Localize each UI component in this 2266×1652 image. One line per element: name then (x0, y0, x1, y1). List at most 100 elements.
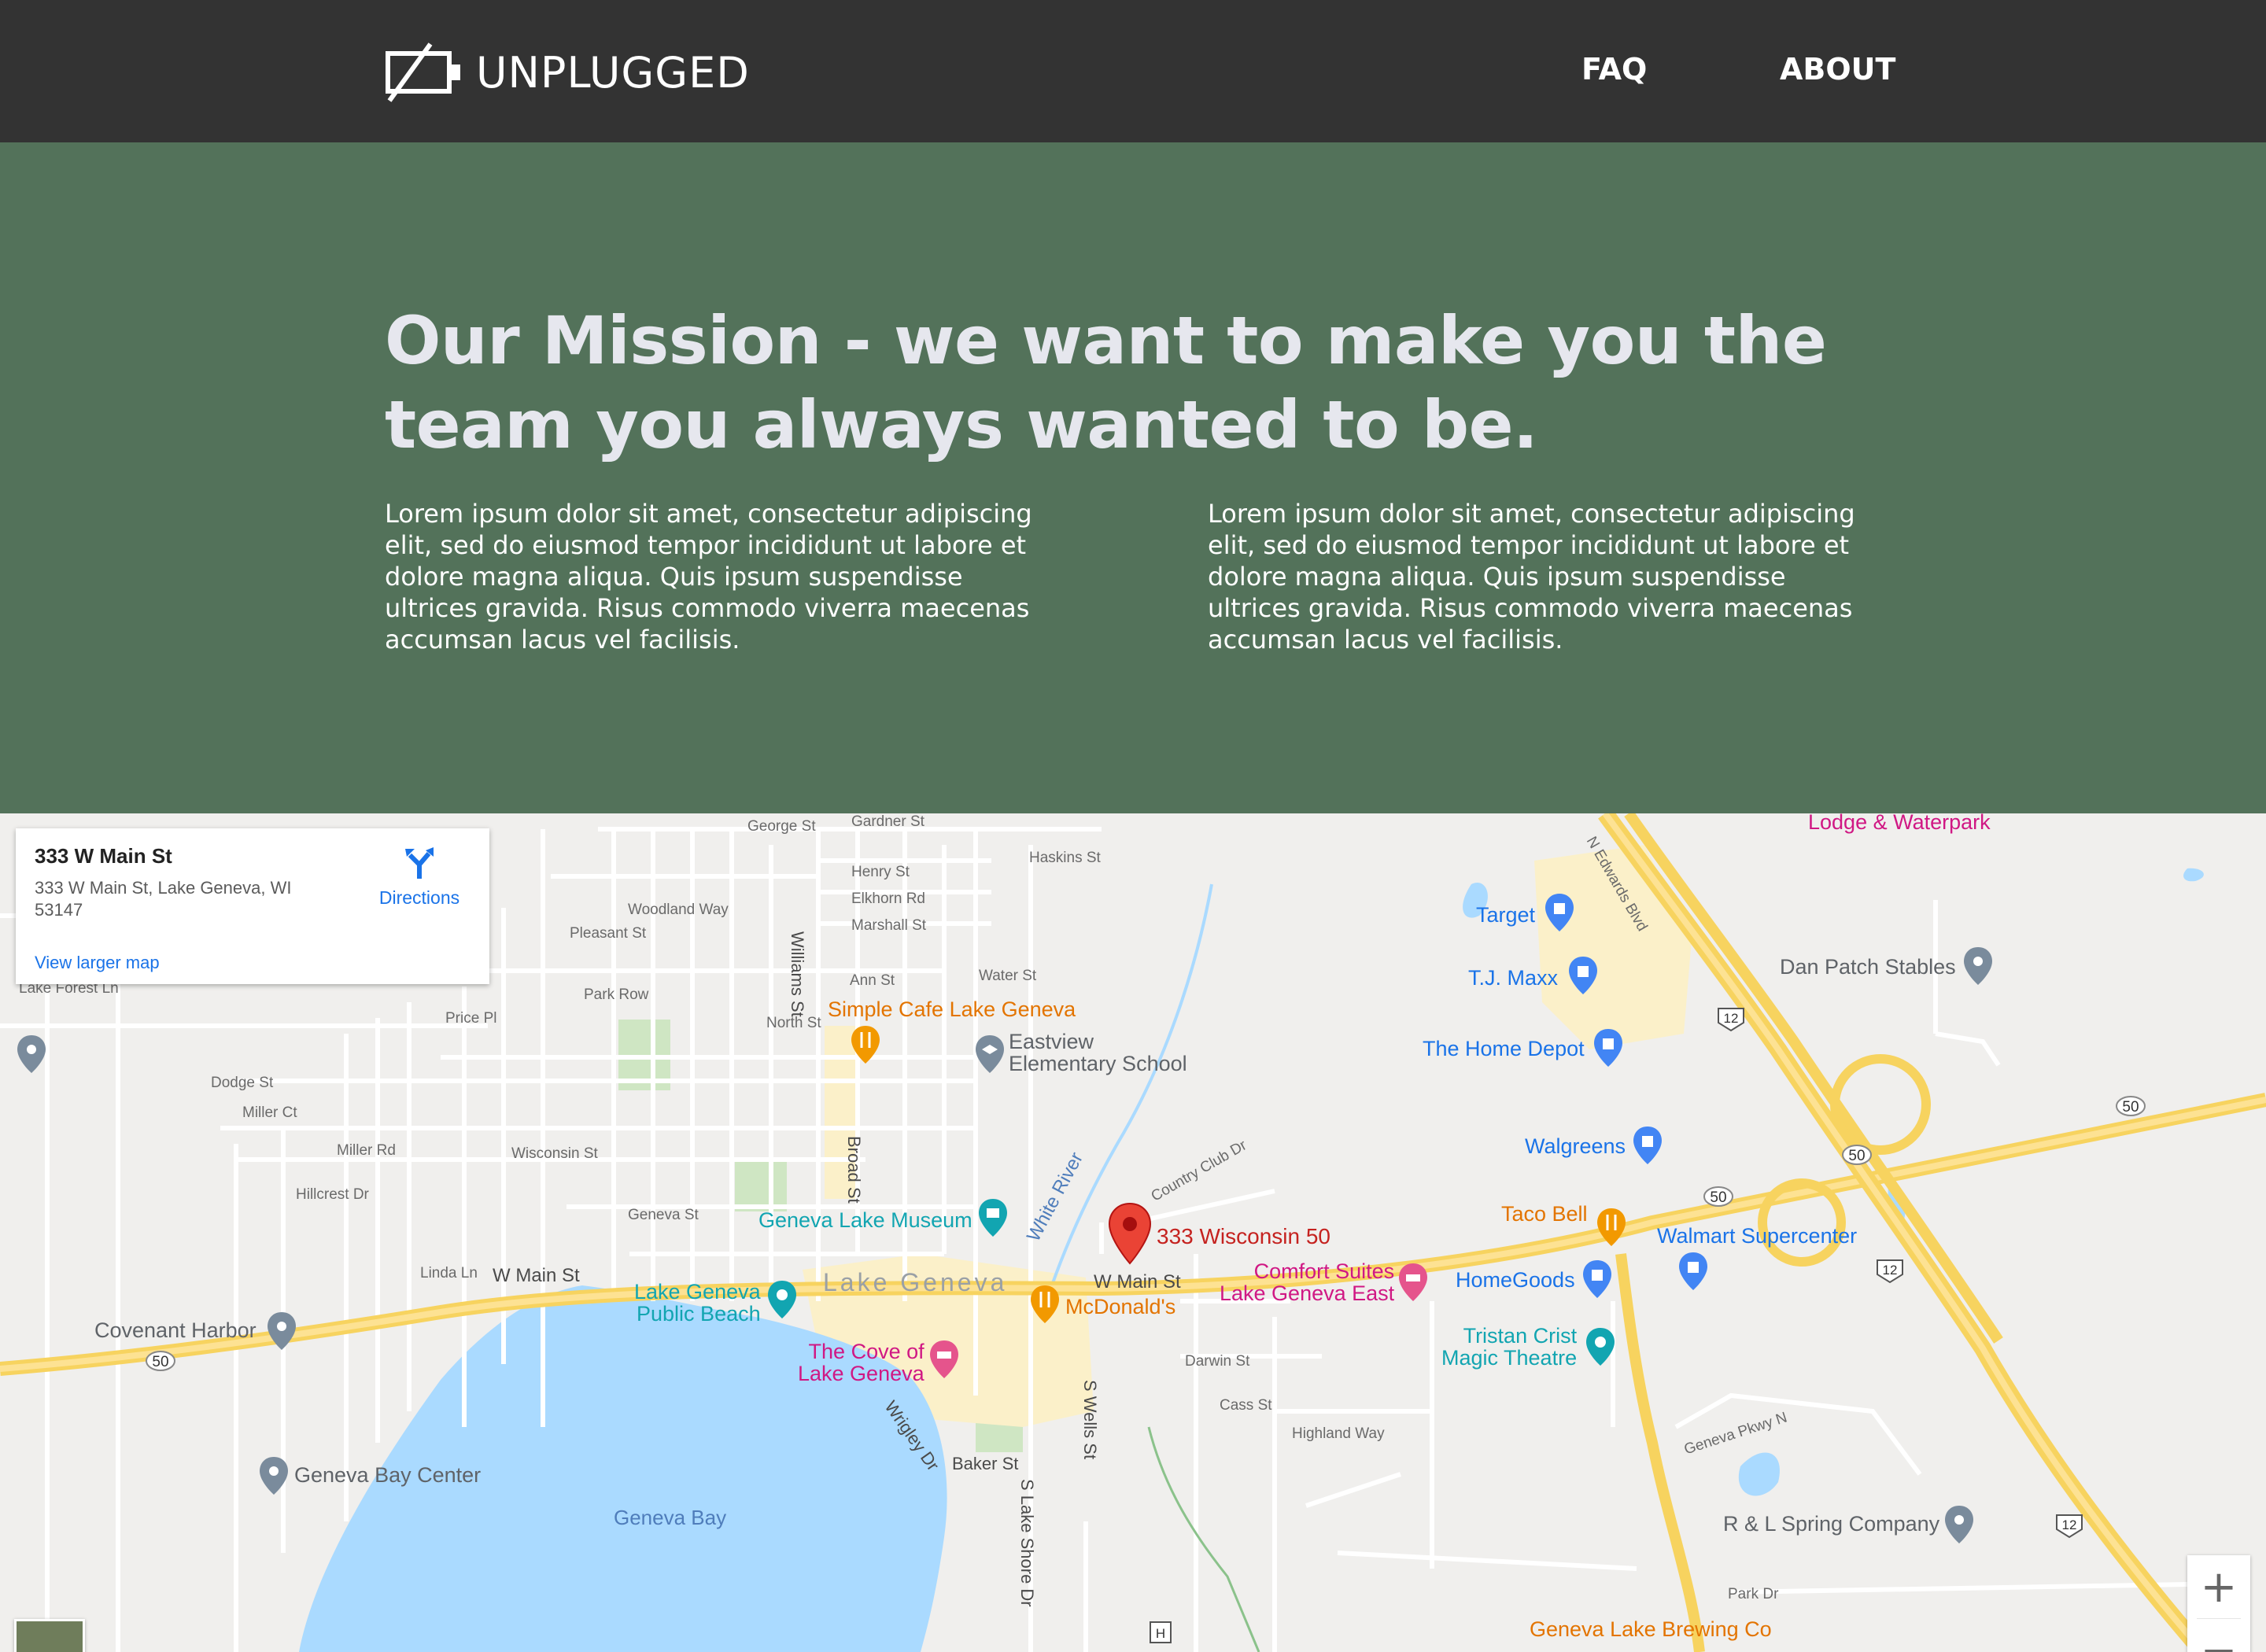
street-label: W Main St (493, 1265, 580, 1286)
view-larger-map-link[interactable]: View larger map (35, 953, 160, 973)
brewing-label[interactable]: Geneva Lake Brewing Co (1530, 1617, 1772, 1642)
satellite-toggle-thumbnail[interactable] (14, 1619, 85, 1652)
shopping-pin-icon[interactable] (1544, 892, 1575, 933)
tacobell-label[interactable]: Taco Bell (1501, 1202, 1588, 1226)
street-label: Hillcrest Dr (296, 1186, 369, 1203)
walmart-label[interactable]: Walmart Supercenter (1657, 1224, 1857, 1248)
street-label: Henry St (851, 864, 910, 880)
street-label: Miller Ct (242, 1104, 297, 1121)
mission-section: Our Mission - we want to make you the te… (0, 142, 2266, 813)
mcdonalds-label[interactable]: McDonald's (1065, 1295, 1175, 1319)
museum-pin-icon[interactable] (977, 1197, 1009, 1238)
restaurant-pin-icon[interactable] (850, 1024, 881, 1065)
location-pin-marker[interactable] (1108, 1202, 1152, 1265)
zoom-out-button[interactable]: − (2187, 1619, 2250, 1652)
homegoods-label[interactable]: HomeGoods (1456, 1268, 1575, 1292)
zoom-controls: + − (2187, 1555, 2250, 1652)
restaurant-pin-icon[interactable] (1596, 1207, 1627, 1248)
brand-name: UNPLUGGED (476, 47, 750, 98)
place-pin-icon[interactable] (16, 1034, 47, 1075)
street-label: Dodge St (211, 1075, 274, 1091)
directions-icon (405, 847, 434, 879)
baycenter-label[interactable]: Geneva Bay Center (294, 1463, 481, 1488)
eastview-label[interactable]: Eastview Elementary School (1009, 1031, 1187, 1075)
rlspring-label[interactable]: R & L Spring Company (1723, 1512, 1939, 1536)
mission-paragraph-right: Lorem ipsum dolor sit amet, consectetur … (1208, 499, 1855, 655)
svg-text:12: 12 (1724, 1011, 1739, 1026)
street-label: Haskins St (1029, 850, 1101, 866)
theatre-pin-icon[interactable] (1585, 1326, 1616, 1367)
street-label: Water St (979, 968, 1037, 984)
lodge-label[interactable]: Lodge & Waterpark (1808, 813, 1991, 835)
svg-text:50: 50 (2122, 1099, 2139, 1115)
street-label: Marshall St (851, 917, 927, 934)
place-pin-icon[interactable] (1962, 946, 1994, 986)
tristan-label[interactable]: Tristan Crist Magic Theatre (1441, 1325, 1577, 1369)
mission-title: Our Mission - we want to make you the te… (385, 302, 1827, 463)
street-label: W Main St (1094, 1271, 1181, 1292)
simplecafe-label[interactable]: Simple Cafe Lake Geneva (828, 997, 1076, 1022)
town-label: Lake Geneva (823, 1268, 1008, 1296)
hotel-pin-icon[interactable] (928, 1339, 960, 1380)
street-label: Wisconsin St (511, 1145, 598, 1162)
street-label: S Wells St (1080, 1380, 1100, 1460)
beach-label[interactable]: Lake Geneva Public Beach (634, 1281, 761, 1325)
homedepot-label[interactable]: The Home Depot (1423, 1037, 1585, 1061)
street-label: Pleasant St (570, 925, 647, 942)
street-label: Broad St (844, 1136, 864, 1204)
street-label: Price Pl (445, 1010, 497, 1027)
svg-text:50: 50 (152, 1354, 168, 1370)
pharmacy-pin-icon[interactable] (1632, 1125, 1663, 1166)
place-address: 333 W Main St, Lake Geneva, WI 53147 (35, 878, 292, 920)
battery-off-icon (386, 42, 460, 102)
cove-label[interactable]: The Cove of Lake Geneva (798, 1340, 924, 1385)
place-pin-icon[interactable] (258, 1455, 290, 1496)
marker-label: 333 Wisconsin 50 (1157, 1224, 1331, 1248)
street-label: Geneva St (628, 1207, 699, 1223)
target-label[interactable]: Target (1476, 903, 1535, 927)
place-pin-icon[interactable] (266, 1311, 297, 1351)
walgreens-label[interactable]: Walgreens (1525, 1134, 1626, 1159)
museum-label[interactable]: Geneva Lake Museum (758, 1208, 972, 1233)
street-label: S Lake Shore Dr (1017, 1479, 1037, 1607)
street-label: Park Dr (1728, 1586, 1779, 1602)
street-label: North St (766, 1015, 821, 1031)
directions-button[interactable]: Directions (368, 846, 471, 909)
map-info-card: 333 W Main St 333 W Main St, Lake Geneva… (16, 828, 489, 984)
directions-label: Directions (378, 887, 460, 908)
street-label: Miller Rd (337, 1142, 396, 1159)
svg-text:H: H (1156, 1626, 1165, 1641)
school-pin-icon[interactable] (974, 1034, 1006, 1075)
restaurant-pin-icon[interactable] (1029, 1284, 1061, 1325)
place-name: 333 W Main St (35, 844, 172, 868)
site-header: UNPLUGGED FAQ ABOUT (0, 0, 2266, 142)
covenant-label[interactable]: Covenant Harbor (94, 1318, 256, 1343)
shopping-pin-icon[interactable] (1592, 1027, 1624, 1068)
hotel-pin-icon[interactable] (1397, 1262, 1429, 1303)
tjmaxx-label[interactable]: T.J. Maxx (1468, 966, 1558, 990)
street-label: Williams St (788, 931, 807, 1017)
street-label: Park Row (584, 986, 649, 1003)
shopping-pin-icon[interactable] (1677, 1251, 1709, 1292)
svg-text:50: 50 (1848, 1148, 1865, 1164)
street-label: Gardner St (851, 813, 924, 830)
danpatch-label[interactable]: Dan Patch Stables (1780, 955, 1956, 979)
street-label: Cass St (1220, 1397, 1272, 1414)
comfort-label[interactable]: Comfort Suites Lake Geneva East (1220, 1260, 1394, 1304)
nav-about[interactable]: ABOUT (1780, 52, 1895, 87)
svg-text:50: 50 (1710, 1189, 1726, 1206)
beach-pin-icon[interactable] (766, 1279, 798, 1320)
nav-faq[interactable]: FAQ (1581, 52, 1647, 87)
street-label: Linda Ln (420, 1265, 478, 1281)
shopping-pin-icon[interactable] (1581, 1259, 1613, 1300)
svg-text:12: 12 (2062, 1517, 2077, 1532)
brand-logo[interactable]: UNPLUGGED (385, 41, 750, 104)
zoom-in-button[interactable]: + (2187, 1555, 2250, 1618)
mission-paragraph-left: Lorem ipsum dolor sit amet, consectetur … (385, 499, 1032, 655)
shopping-pin-icon[interactable] (1567, 955, 1599, 996)
street-label: Ann St (850, 972, 895, 989)
street-label: Darwin St (1185, 1353, 1250, 1370)
street-label: George St (747, 818, 816, 835)
embedded-map[interactable]: 50 50 50 50 12 12 12 H 333 Wisconsin 50 … (0, 813, 2266, 1652)
place-pin-icon[interactable] (1943, 1504, 1975, 1545)
